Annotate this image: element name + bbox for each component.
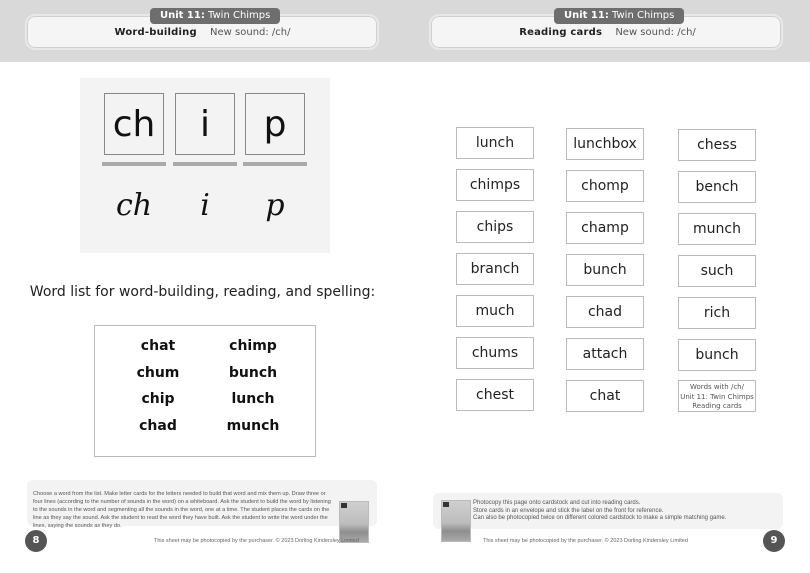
reading-card[interactable]: chips	[456, 211, 534, 243]
label-card-line: Unit 11: Twin Chimps	[680, 392, 754, 401]
word-list-item: lunch	[231, 391, 275, 407]
word-list: chat chum chip chad chimp bunch lunch mu…	[94, 325, 316, 457]
instruction-line: Store cards in an envelope and stick the…	[473, 507, 664, 514]
label-card-line: Reading cards	[692, 402, 742, 410]
page-title: Word-building New sound: /ch/	[0, 26, 405, 40]
reading-card[interactable]: bench	[678, 171, 756, 203]
instruction-line: Photocopy this page onto cardstock and c…	[473, 500, 641, 506]
copyright-notice: This sheet may be photocopied by the pur…	[483, 538, 688, 544]
word-list-item: chat	[140, 338, 176, 354]
word-list-heading: Word list for word-building, reading, an…	[29, 284, 376, 300]
book-cover-thumbnail	[441, 500, 471, 542]
word-list-item: chum	[136, 365, 180, 381]
reading-card[interactable]: chess	[678, 129, 756, 161]
reading-card[interactable]: chimps	[456, 169, 534, 201]
word-list-item: munch	[226, 418, 280, 434]
reading-card[interactable]: chums	[456, 337, 534, 369]
page-title: Reading cards New sound: /ch/	[405, 26, 810, 40]
letter-tile[interactable]: p	[245, 93, 305, 155]
right-page: Unit 11: Twin Chimps Reading cards New s…	[405, 0, 810, 573]
instruction-line: Can also be photocopied twice on differe…	[473, 515, 727, 521]
unit-name: Twin Chimps	[208, 10, 271, 21]
reading-card[interactable]: chomp	[566, 170, 644, 202]
reading-card[interactable]: lunchbox	[566, 128, 644, 160]
activity-title: Reading cards	[519, 27, 603, 38]
word-list-item: bunch	[228, 365, 278, 381]
sound-line	[243, 162, 307, 166]
unit-label: Unit 11:	[160, 10, 205, 21]
reading-card[interactable]: bunch	[678, 339, 756, 371]
reading-card[interactable]: chad	[566, 296, 644, 328]
reading-card[interactable]: chest	[456, 379, 534, 411]
unit-name: Twin Chimps	[612, 10, 675, 21]
unit-badge: Unit 11: Twin Chimps	[554, 8, 685, 24]
word-list-item: chip	[141, 391, 175, 407]
unit-label: Unit 11:	[564, 10, 609, 21]
new-sound: New sound: /ch/	[615, 27, 696, 38]
sound-line	[102, 162, 166, 166]
activity-title: Word-building	[114, 27, 197, 38]
reading-card[interactable]: chat	[566, 380, 644, 412]
letter-tile[interactable]: ch	[104, 93, 164, 155]
new-sound: New sound: /ch/	[210, 27, 291, 38]
reading-card[interactable]: munch	[678, 213, 756, 245]
unit-badge: Unit 11: Twin Chimps	[150, 8, 281, 24]
reading-card[interactable]: attach	[566, 338, 644, 370]
word-list-item: chad	[139, 418, 177, 434]
word-list-item: chimp	[229, 338, 277, 354]
label-card-line: Words with /ch/	[690, 383, 744, 391]
label-card[interactable]: Words with /ch/ Unit 11: Twin Chimps Rea…	[678, 380, 756, 412]
instructions-text: Photocopy this page onto cardstock and c…	[473, 500, 773, 523]
reading-card[interactable]: bunch	[566, 254, 644, 286]
reading-card[interactable]: branch	[456, 253, 534, 285]
sound-line	[173, 162, 237, 166]
book-cover-thumbnail	[339, 501, 369, 543]
script-letter: p	[265, 188, 285, 223]
letter-tile[interactable]: i	[175, 93, 235, 155]
word-building-panel: ch i p ch i p	[80, 78, 330, 253]
reading-card[interactable]: rich	[678, 297, 756, 329]
instructions-text: Choose a word from the list. Make letter…	[33, 491, 331, 529]
script-letter: ch	[115, 188, 153, 223]
page-number: 9	[763, 530, 785, 552]
copyright-notice: This sheet may be photocopied by the pur…	[154, 538, 359, 544]
script-letter: i	[200, 188, 210, 223]
reading-card[interactable]: such	[678, 255, 756, 287]
left-page: Unit 11: Twin Chimps Word-building New s…	[0, 0, 405, 573]
reading-card[interactable]: champ	[566, 212, 644, 244]
reading-card[interactable]: lunch	[456, 127, 534, 159]
instructions-box: Choose a word from the list. Make letter…	[27, 480, 377, 529]
reading-card[interactable]: much	[456, 295, 534, 327]
instructions-box: Photocopy this page onto cardstock and c…	[433, 493, 783, 529]
page-number: 8	[25, 530, 47, 552]
